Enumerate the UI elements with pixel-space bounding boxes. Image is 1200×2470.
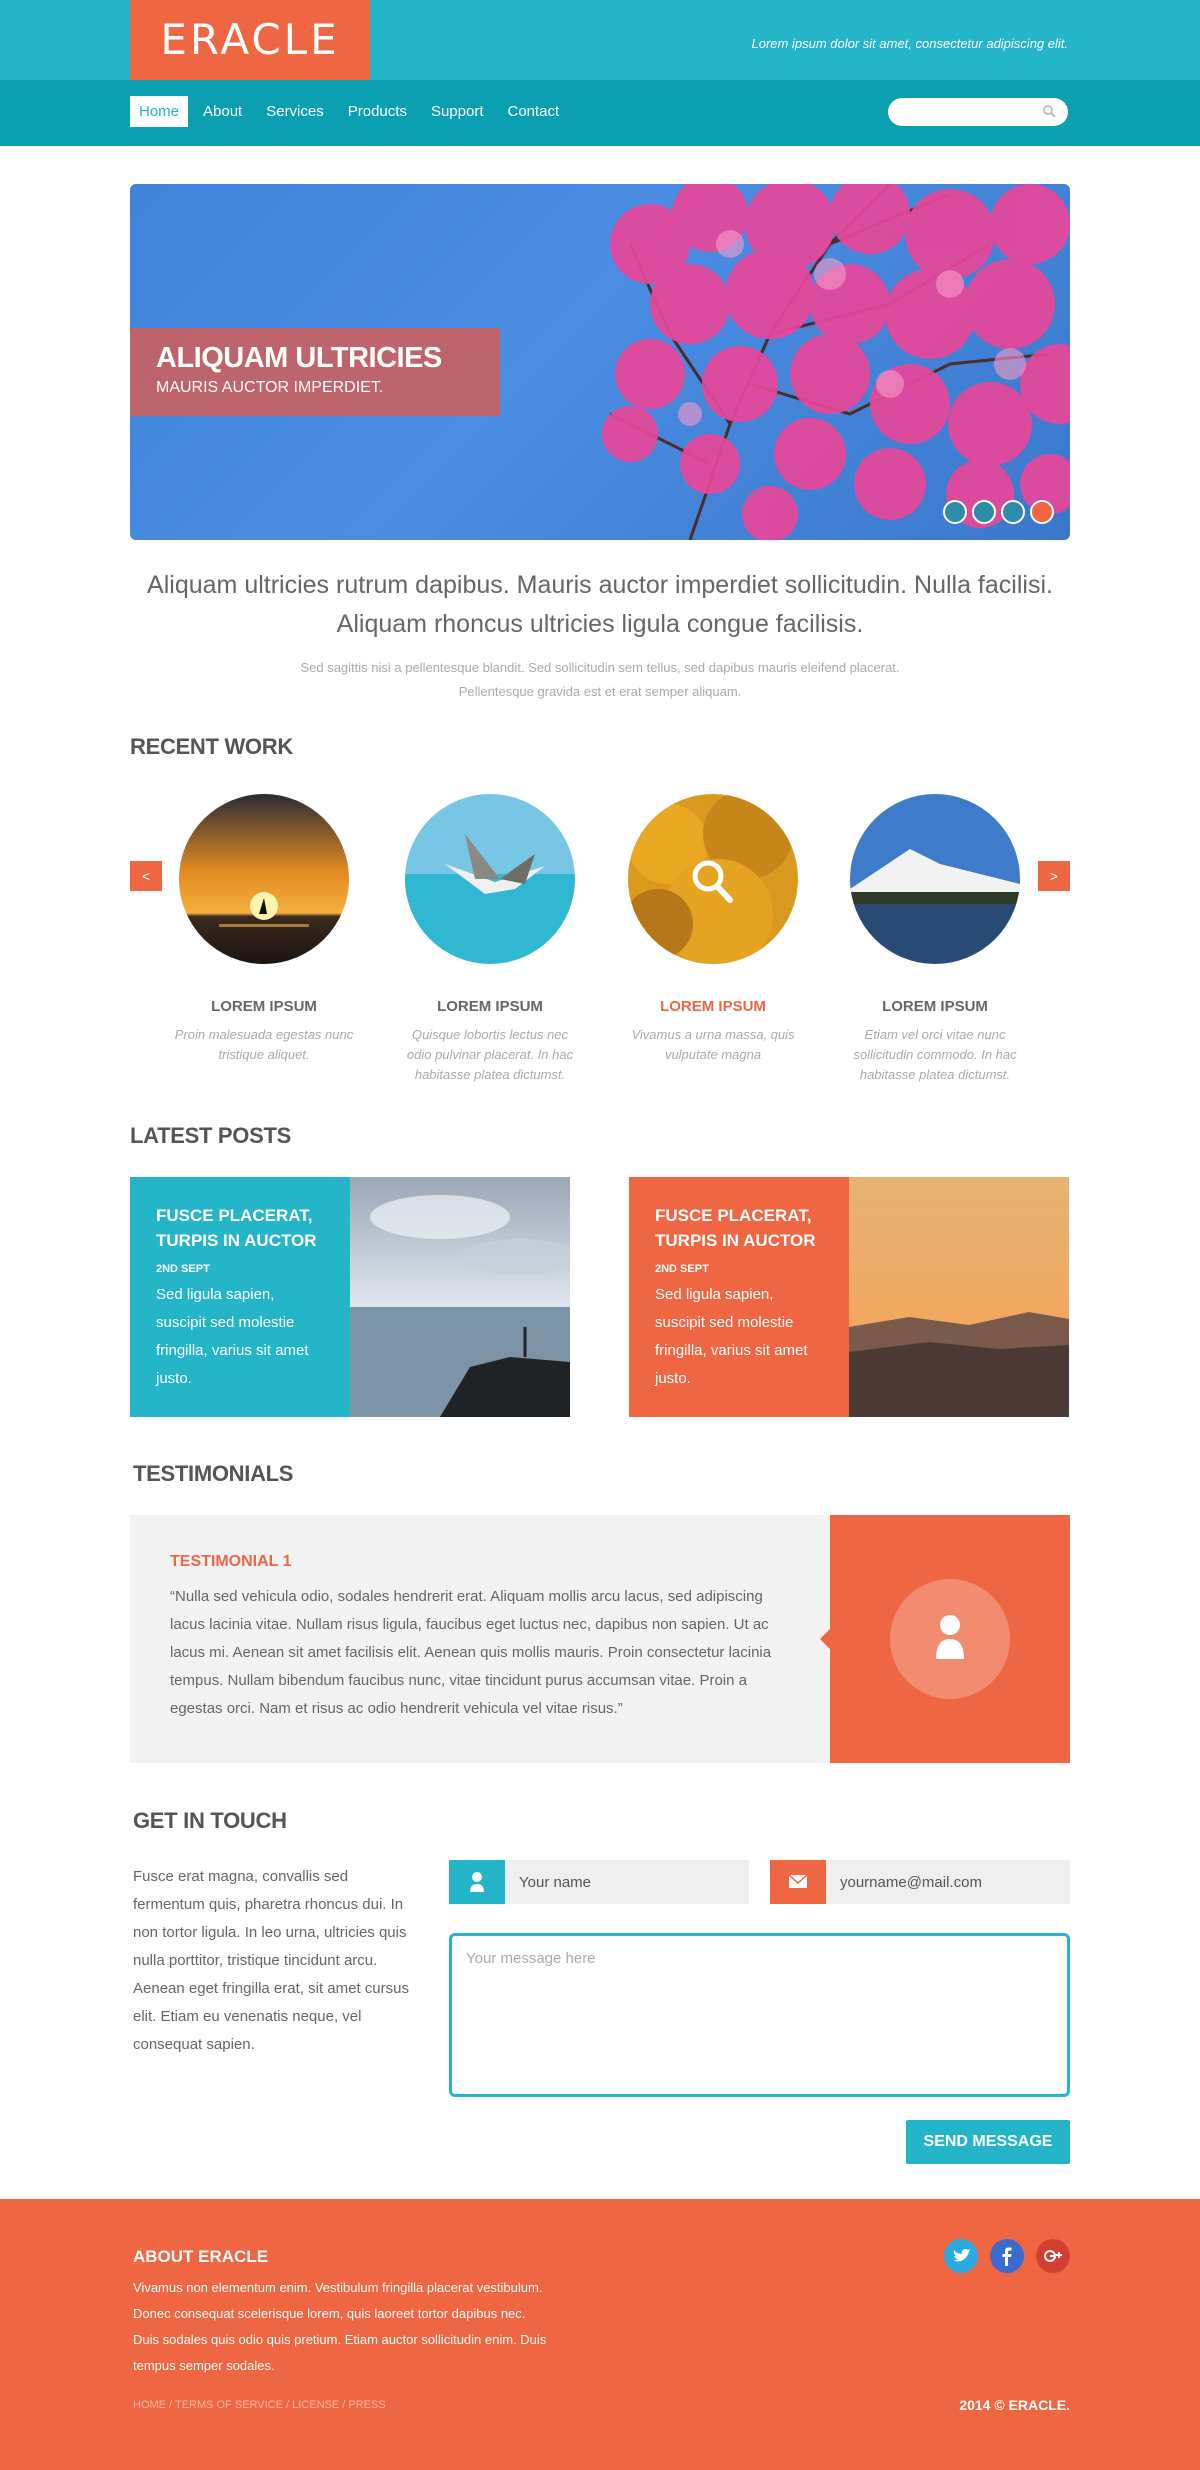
work-item[interactable]: LOREM IPSUM Etiam vel orci vitae nunc so… [825, 794, 1045, 1085]
intro-lead: Aliquam ultricies rutrum dapibus. Mauris… [147, 571, 1053, 638]
twitter-icon[interactable] [944, 2239, 978, 2273]
name-input[interactable] [505, 1860, 745, 1904]
slider-dot-active[interactable] [1030, 500, 1054, 524]
nav-item-about[interactable]: About [194, 96, 251, 127]
name-field [449, 1860, 749, 1904]
slider-dot[interactable] [943, 500, 967, 524]
nav-item-services[interactable]: Services [257, 96, 333, 127]
search-icon[interactable] [1042, 104, 1056, 118]
post-image-sunset-hills[interactable] [849, 1177, 1069, 1417]
intro-sub: Sed sagittis nisi a pellentesque blandit… [300, 660, 900, 699]
nav-item-products[interactable]: Products [339, 96, 416, 127]
hero-title: ALIQUAM ULTRICIES [156, 342, 442, 374]
work-desc: Proin malesuada egestas nunc tristique a… [174, 1027, 354, 1062]
testimonial-card: TESTIMONIAL 1 “Nulla sed vehicula odio, … [130, 1515, 1070, 1763]
nav-item-contact[interactable]: Contact [499, 96, 569, 127]
intro-section: Aliquam ultricies rutrum dapibus. Mauris… [130, 566, 1070, 704]
testimonial-body: “Nulla sed vehicula odio, sodales hendre… [170, 1588, 772, 1717]
send-message-button[interactable]: SEND MESSAGE [906, 2120, 1070, 2164]
work-item-highlighted[interactable]: LOREM IPSUM Vivamus a urna massa, quis v… [603, 794, 823, 1065]
hero-caption: ALIQUAM ULTRICIES MAURIS AUCTOR IMPERDIE… [130, 328, 500, 416]
email-field [770, 1860, 1070, 1904]
work-title: LOREM IPSUM [437, 998, 543, 1015]
site-logo[interactable]: ERACLE [130, 0, 370, 80]
footer-body: Vivamus non elementum enim. Vestibulum f… [133, 2280, 547, 2373]
recent-work-heading: RECENT WORK [130, 734, 293, 759]
hero-subtitle: MAURIS AUCTOR IMPERDIET. [156, 379, 384, 396]
main-nav: Home About Services Products Support Con… [130, 96, 568, 127]
user-icon [936, 1615, 964, 1659]
avatar [890, 1579, 1010, 1699]
email-input[interactable] [826, 1860, 1066, 1904]
search-box [888, 98, 1068, 126]
post-title[interactable]: FUSCE PLACERAT, TURPIS IN AUCTOR [655, 1203, 823, 1253]
slider-dot[interactable] [1001, 500, 1025, 524]
work-desc: Vivamus a urna massa, quis vulputate mag… [631, 1027, 795, 1062]
copyright: 2014 © ERACLE. [959, 2397, 1070, 2413]
work-desc: Quisque lobortis lectus nec odio pulvina… [406, 1027, 574, 1082]
post-body: Sed ligula sapien, suscipit sed molestie… [156, 1286, 309, 1387]
testimonials-heading: TESTIMONIALS [133, 1461, 294, 1486]
post-image-sea[interactable] [350, 1177, 570, 1417]
search-input[interactable] [900, 98, 1040, 126]
mail-icon [770, 1860, 826, 1904]
footer-links[interactable]: HOME / TERMS OF SERVICE / LICENSE / PRES… [133, 2399, 386, 2411]
work-title: LOREM IPSUM [211, 998, 317, 1015]
message-box [449, 1933, 1070, 2097]
work-image-sunset[interactable] [179, 794, 349, 964]
post-text: FUSCE PLACERAT, TURPIS IN AUCTOR 2ND SEP… [130, 1177, 350, 1417]
work-title: LOREM IPSUM [882, 998, 988, 1015]
facebook-icon[interactable] [990, 2239, 1024, 2273]
work-item[interactable]: LOREM IPSUM Proin malesuada egestas nunc… [154, 794, 374, 1065]
contact-heading: GET IN TOUCH [133, 1808, 287, 1833]
post-text: FUSCE PLACERAT, TURPIS IN AUCTOR 2ND SEP… [629, 1177, 849, 1417]
testimonial-title: TESTIMONIAL 1 [170, 1553, 292, 1570]
hero-slider: ALIQUAM ULTRICIES MAURIS AUCTOR IMPERDIE… [130, 184, 1070, 540]
work-item[interactable]: LOREM IPSUM Quisque lobortis lectus nec … [380, 794, 600, 1085]
site-tagline: Lorem ipsum dolor sit amet, consectetur … [751, 36, 1068, 51]
testimonial-side-panel [820, 1515, 1070, 1763]
post-body: Sed ligula sapien, suscipit sed molestie… [655, 1286, 808, 1387]
footer: ABOUT ERACLE Vivamus non elementum enim.… [0, 2199, 1200, 2470]
top-bar: ERACLE Lorem ipsum dolor sit amet, conse… [0, 0, 1200, 80]
contact-text: Fusce erat magna, convallis sed fermentu… [133, 1868, 409, 2053]
work-image-mountain[interactable] [850, 794, 1020, 964]
social-links [944, 2239, 1070, 2273]
post-date: 2ND SEPT [655, 1263, 709, 1275]
post-title[interactable]: FUSCE PLACERAT, TURPIS IN AUCTOR [156, 1203, 324, 1253]
post-card[interactable]: FUSCE PLACERAT, TURPIS IN AUCTOR 2ND SEP… [130, 1177, 570, 1417]
post-card[interactable]: FUSCE PLACERAT, TURPIS IN AUCTOR 2ND SEP… [629, 1177, 1069, 1417]
work-image-autumn-tree[interactable] [628, 794, 798, 964]
nav-bar: Home About Services Products Support Con… [0, 80, 1200, 146]
latest-posts-heading: LATEST POSTS [130, 1123, 292, 1148]
footer-title: ABOUT ERACLE [133, 2247, 269, 2266]
work-desc: Etiam vel orci vitae nunc sollicitudin c… [853, 1027, 1017, 1082]
work-title: LOREM IPSUM [660, 998, 766, 1015]
user-icon [449, 1860, 505, 1904]
post-date: 2ND SEPT [156, 1263, 210, 1275]
slider-dot[interactable] [972, 500, 996, 524]
slider-dots [943, 500, 1054, 524]
message-input[interactable] [452, 1936, 1067, 2094]
work-image-pelican[interactable] [405, 794, 575, 964]
google-plus-icon[interactable] [1036, 2239, 1070, 2273]
nav-item-home[interactable]: Home [130, 96, 189, 127]
nav-item-support[interactable]: Support [422, 96, 493, 127]
